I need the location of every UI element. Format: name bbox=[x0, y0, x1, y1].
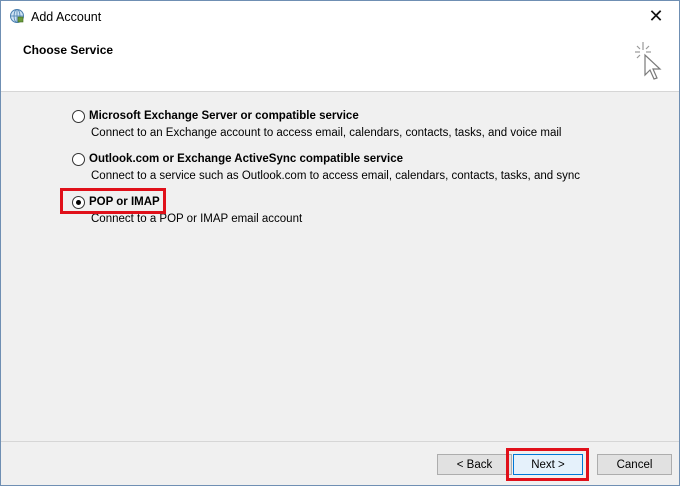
highlight-box-pop-imap bbox=[60, 188, 166, 214]
cancel-button[interactable]: Cancel bbox=[597, 454, 672, 475]
add-account-dialog: Add Account ✕ Choose Service Microsoft E… bbox=[0, 0, 680, 486]
radio-exchange[interactable] bbox=[72, 109, 85, 123]
title-bar: Add Account ✕ bbox=[1, 1, 679, 32]
wizard-header: Choose Service bbox=[1, 32, 679, 92]
window-title: Add Account bbox=[31, 10, 102, 24]
option-description: Connect to a POP or IMAP email account bbox=[91, 213, 303, 225]
option-label: Microsoft Exchange Server or compatible … bbox=[89, 110, 359, 122]
footer-divider bbox=[1, 441, 679, 442]
close-button[interactable]: ✕ bbox=[633, 1, 679, 32]
cursor-sparkle-icon bbox=[635, 42, 662, 80]
option-description: Connect to a service such as Outlook.com… bbox=[91, 170, 580, 182]
option-outlook-com[interactable]: Outlook.com or Exchange ActiveSync compa… bbox=[72, 150, 580, 182]
highlight-box-next bbox=[506, 448, 589, 481]
option-description: Connect to an Exchange account to access… bbox=[91, 127, 562, 139]
globe-icon bbox=[10, 9, 24, 23]
radio-outlook-com[interactable] bbox=[72, 152, 85, 166]
option-exchange[interactable]: Microsoft Exchange Server or compatible … bbox=[72, 107, 561, 139]
option-label: Outlook.com or Exchange ActiveSync compa… bbox=[89, 153, 404, 165]
page-title: Choose Service bbox=[23, 43, 114, 57]
close-icon: ✕ bbox=[648, 6, 664, 26]
back-button[interactable]: < Back bbox=[437, 454, 512, 475]
